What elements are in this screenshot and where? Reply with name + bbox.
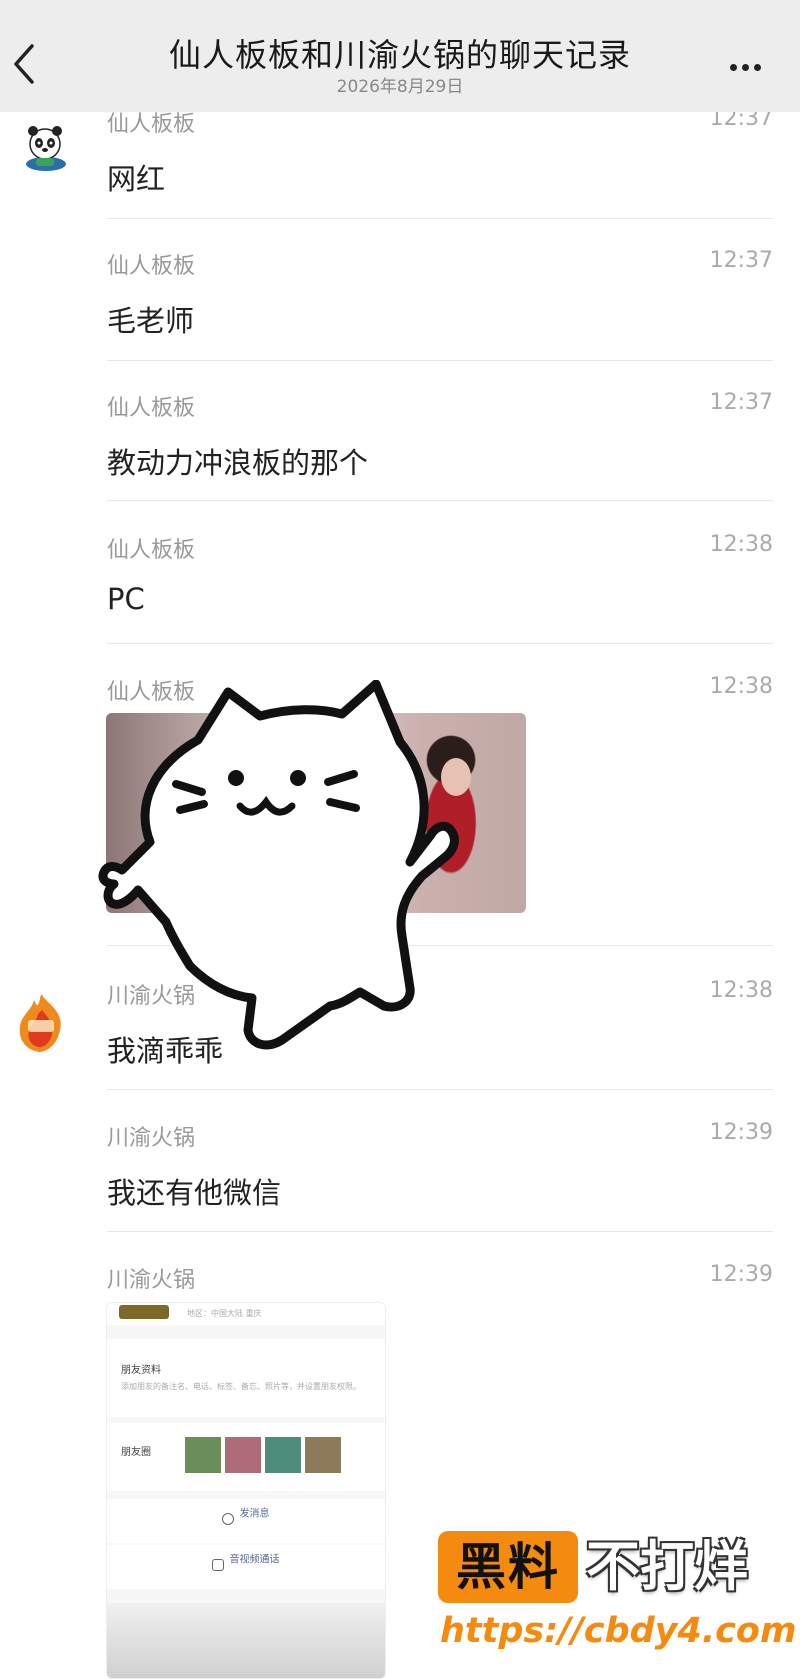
message-text: PC	[107, 582, 145, 616]
message-divider	[107, 1089, 773, 1090]
more-options-icon[interactable]	[730, 56, 770, 71]
chat-date: 2026年8月29日	[336, 77, 464, 97]
message-text: 我还有他微信	[107, 1176, 282, 1210]
moments-thumb	[185, 1437, 221, 1473]
moments-thumb	[225, 1437, 261, 1473]
message-divider	[107, 218, 773, 219]
message-divider	[107, 643, 773, 644]
profile-thumb	[119, 1305, 169, 1319]
watermark-url: https://cbdy4.com	[440, 1611, 797, 1651]
page-title: 仙人板板和川渝火锅的聊天记录	[168, 36, 631, 74]
message-time: 12:37	[709, 248, 773, 273]
sender-name: 川渝火锅	[107, 1126, 196, 1151]
sender-name: 仙人板板	[107, 396, 196, 421]
profile-screenshot-image[interactable]: 地区：中国大陆 重庆 朋友资料 添加朋友的备注名、电话、标签、备忘、照片等，并设…	[106, 1302, 386, 1679]
panda-avatar[interactable]	[16, 120, 74, 178]
chat-message[interactable]: 仙人板板 12:37 教动力冲浪板的那个	[107, 390, 773, 482]
send-message-link: 发消息	[239, 1508, 270, 1520]
chat-message[interactable]: 川渝火锅 12:39	[107, 1262, 773, 1294]
chat-message[interactable]: 仙人板板 12:38 PC	[107, 532, 773, 616]
watermark-brand: 黑料	[438, 1531, 578, 1603]
message-time: 12:39	[709, 1262, 773, 1287]
friend-info-label: 朋友资料	[121, 1365, 161, 1376]
message-text: 网红	[107, 162, 166, 196]
chat-bubble-icon	[222, 1513, 235, 1525]
chat-message[interactable]: 川渝火锅 12:39 我还有他微信	[107, 1120, 773, 1212]
message-time: 12:38	[709, 674, 773, 699]
message-time: 12:37	[709, 390, 773, 415]
message-time: 12:39	[709, 1120, 773, 1145]
chat-history-header: 仙人板板和川渝火锅的聊天记录 2026年8月29日	[0, 0, 800, 112]
call-link: 音视频通话	[229, 1554, 280, 1566]
message-time: 12:38	[709, 532, 773, 557]
watermark-slogan: 不打烊	[586, 1535, 748, 1598]
sender-name: 仙人板板	[107, 254, 196, 279]
message-text: 毛老师	[107, 304, 195, 338]
hotpot-avatar[interactable]	[12, 990, 70, 1054]
moments-label: 朋友圈	[121, 1447, 151, 1458]
chat-message[interactable]: 仙人板板 12:37 毛老师	[107, 248, 773, 340]
sender-name: 川渝火锅	[107, 1268, 196, 1293]
message-text: 教动力冲浪板的那个	[107, 446, 369, 480]
cat-sticker	[98, 680, 459, 1050]
message-divider	[107, 360, 773, 361]
phone-icon	[212, 1559, 225, 1571]
region-text: 地区：中国大陆 重庆	[187, 1309, 262, 1318]
message-divider	[107, 1231, 773, 1232]
site-watermark: 黑料 不打烊 https://cbdy4.com	[438, 1531, 796, 1661]
message-time: 12:38	[709, 978, 773, 1003]
moments-thumb	[305, 1437, 341, 1473]
chat-message[interactable]: 仙人板板 12:37 网红	[107, 106, 773, 198]
friend-info-desc: 添加朋友的备注名、电话、标签、备忘、照片等，并设置朋友权限。	[121, 1382, 361, 1391]
message-divider	[107, 500, 773, 501]
sender-name: 仙人板板	[107, 538, 196, 563]
moments-thumb	[265, 1437, 301, 1473]
